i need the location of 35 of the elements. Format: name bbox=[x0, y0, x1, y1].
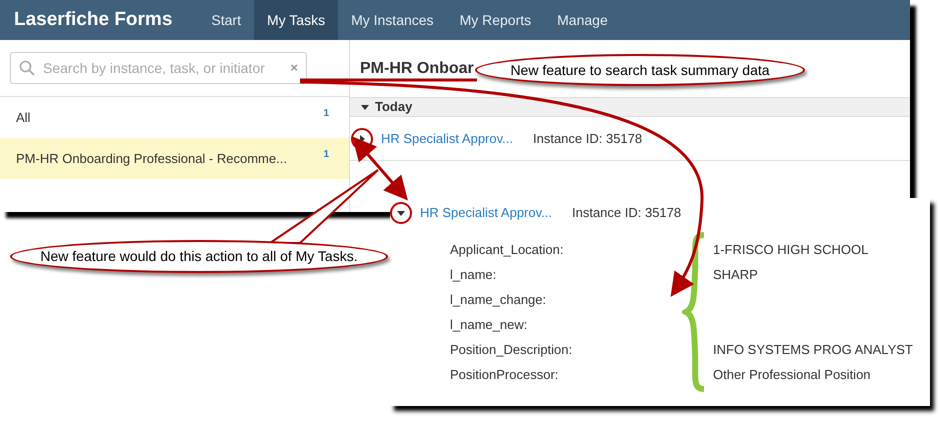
instance-id: Instance ID: 35178 bbox=[572, 204, 682, 222]
search-icon bbox=[19, 60, 35, 76]
nav-tab[interactable]: My Instances bbox=[338, 0, 447, 40]
expand-down-icon[interactable] bbox=[360, 102, 370, 112]
field-label: l_name_change: bbox=[450, 291, 548, 308]
group-label: Today bbox=[375, 98, 412, 116]
field-label: l_name_new: bbox=[450, 316, 528, 333]
item-label: PM-HR Onboarding Professional - Recomme... bbox=[16, 150, 288, 168]
field-value: 1-FRISCO HIGH SCHOOL bbox=[713, 242, 868, 257]
instance-id: Instance ID: 35178 bbox=[532, 130, 642, 148]
clear-button[interactable]: × bbox=[290, 58, 298, 78]
group-header[interactable]: Today bbox=[350, 97, 910, 117]
nav-tab[interactable]: Start bbox=[198, 0, 254, 40]
task-list-item[interactable]: PM-HR Onboarding Professional - Recomme... 1 bbox=[0, 138, 349, 179]
field-label: PositionProcessor: bbox=[450, 366, 560, 383]
field-value: Other Professional Position bbox=[713, 367, 871, 382]
field-value: INFO SYSTEMS PROG ANALYST bbox=[713, 342, 913, 357]
nav-tab[interactable]: My Reports bbox=[446, 0, 544, 40]
nav-tab[interactable]: My Tasks bbox=[254, 0, 338, 40]
page-title: PM-HR Onboar bbox=[360, 58, 474, 78]
search-field[interactable]: Search by instance, task, or initiator × bbox=[10, 52, 307, 84]
callout: New feature would do this action to all of My Tasks. bbox=[10, 240, 388, 273]
item-label: All bbox=[16, 108, 32, 127]
task-link[interactable]: HR Specialist Approv... bbox=[381, 128, 513, 148]
item-count: 1 bbox=[323, 107, 329, 121]
app-logo: Laserfiche Forms bbox=[14, 8, 172, 32]
task-link[interactable]: HR Specialist Approv... bbox=[420, 203, 552, 223]
field-label: Applicant_Location: bbox=[450, 241, 564, 258]
expand-down-icon[interactable] bbox=[396, 208, 406, 218]
field-label: l_name: bbox=[450, 266, 498, 283]
field-label: Position_Description: bbox=[450, 341, 574, 358]
item-count: 1 bbox=[323, 148, 329, 162]
expand-right-icon[interactable] bbox=[357, 134, 367, 144]
field-value: SHARP bbox=[713, 267, 758, 282]
nav-tab[interactable]: Manage bbox=[544, 0, 621, 40]
